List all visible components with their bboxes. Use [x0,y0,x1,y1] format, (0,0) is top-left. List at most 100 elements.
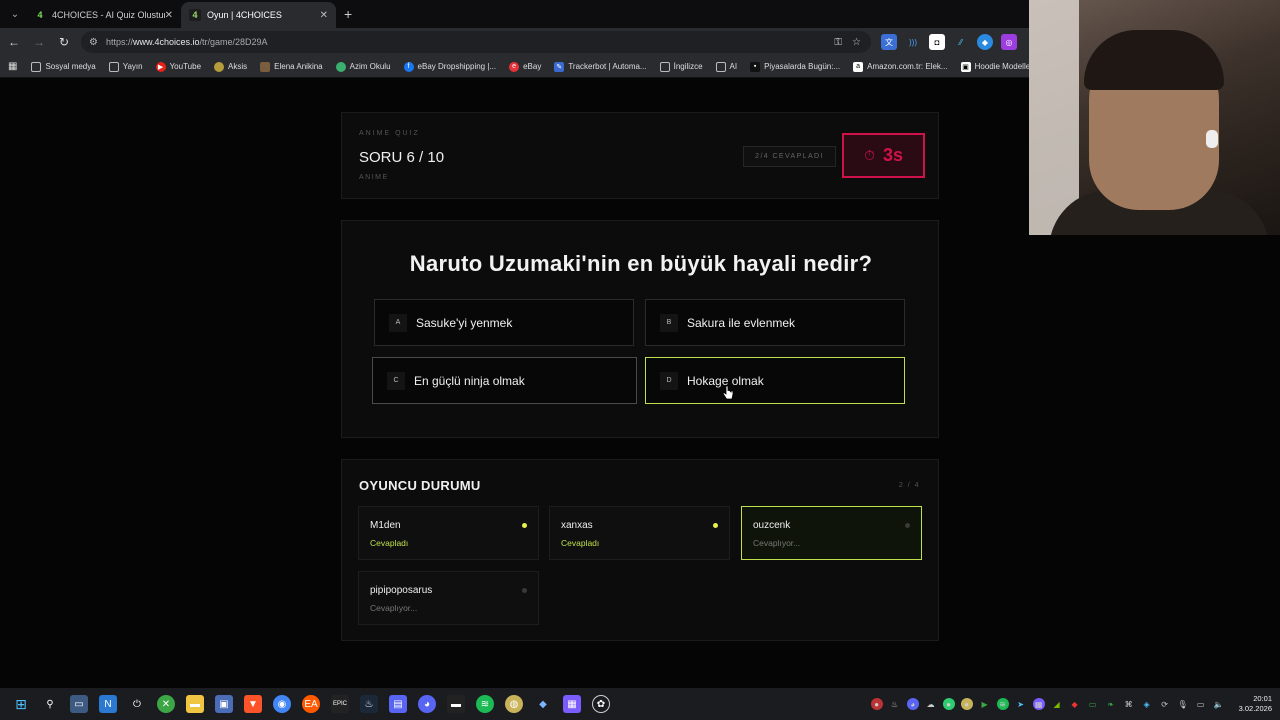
tray-window-icon[interactable]: ▭ [1087,698,1099,710]
search-icon[interactable]: ⚲ [41,695,59,713]
windows-start-icon[interactable]: ⊞ [12,695,30,713]
bookmark-amazon[interactable]: a Amazon.com.tr: Elek... [853,61,948,72]
player-answer-count: 2 / 4 [898,482,920,489]
bookmark-ai[interactable]: AI [715,61,737,72]
power-icon[interactable]: ⏻ [128,695,146,713]
bookmark-azim-okulu[interactable]: Azim Okulu [335,61,391,72]
bookmark-trackerbot[interactable]: ✎ Trackerbot | Automa... [554,61,647,72]
brave-icon[interactable]: ▼ [244,695,262,713]
earbud-icon [1206,130,1218,148]
question-text: Naruto Uzumaki'nin en büyük hayali nedir… [409,251,873,276]
app-icon[interactable]: ◍ [505,695,523,713]
vpn-app-icon[interactable]: ◆ [534,695,552,713]
close-icon[interactable]: ✕ [165,10,173,21]
bookmark-yayin[interactable]: Yayın [108,61,143,72]
answer-option-d[interactable]: D Hokage olmak [645,357,905,404]
bookmark-youtube[interactable]: ▶ YouTube [155,61,201,72]
microphone-icon[interactable]: 🎙 [1177,698,1189,710]
windows-taskbar: ⊞ ⚲ ▭ N ⏻ ✕ ▬ ▣ ▼ ◉ EA EPIC ♨ ▤ ◕ ▬ ≋ ◍ … [0,688,1280,720]
profile-extension-icon[interactable]: ◎ [1001,34,1017,50]
url-input[interactable]: ⚙ https://www.4choices.io/tr/game/28D29A… [81,31,871,53]
back-arrow-icon[interactable]: ← [3,31,25,53]
volume-icon[interactable]: 🔈 [1213,698,1225,710]
tray-arrow-icon[interactable]: ➤ [1015,698,1027,710]
bookmark-piyasalarda-bugun[interactable]: ▪ Piyasalarda Bugün:... [750,61,840,72]
tray-leaf-icon[interactable]: ❧ [1105,698,1117,710]
tray-shield-icon[interactable]: ◈ [1141,698,1153,710]
tray-play-icon[interactable]: ▶ [979,698,991,710]
bookmark-ebay[interactable]: e eBay [509,61,541,72]
tray-link-icon[interactable]: ⌘ [1123,698,1135,710]
tray-app-icon[interactable]: ● [870,698,883,710]
tray-red-icon[interactable]: ◆ [1069,698,1081,710]
bookmark-ingilizce[interactable]: İngilizce [659,61,703,72]
tray-green-icon[interactable]: ● [942,698,955,710]
reload-icon[interactable]: ↻ [53,31,75,53]
bookmark-star-icon[interactable]: ☆ [852,37,861,48]
system-clock[interactable]: 20:01 3.02.2026 [1239,694,1272,714]
player-name: M1den [370,520,401,531]
bookmark-aksis[interactable]: Aksis [214,61,247,72]
player-status: Cevapladı [370,538,409,548]
translate-extension-icon[interactable]: 文 [881,34,897,50]
spotify-tray-icon[interactable]: ≋ [996,698,1009,710]
xbox-icon[interactable]: ✕ [157,695,175,713]
countdown-timer: ⏱ 3s [842,133,925,178]
new-tab-plus-icon[interactable]: + [344,6,352,22]
vpn-extension-icon[interactable]: ◆ [977,34,993,50]
bookmark-ebay-dropshipping[interactable]: f eBay Dropshipping |... [403,61,496,72]
bookmark-hoodie-modelleri[interactable]: ▣ Hoodie Modelleri | [960,61,1039,72]
onedrive-icon[interactable]: ☁ [925,698,937,710]
quiz-category: ANIME [359,174,389,181]
browser-tab-quiz-creator[interactable]: 4 4CHOICES - AI Quiz Olusturucu ✕ [26,2,181,28]
bookmark-sosyal-medya[interactable]: Sosyal medya [31,61,96,72]
bookmark-elena-anikina[interactable]: Elena Anikina [260,61,323,72]
store-icon[interactable]: ▣ [215,695,233,713]
close-icon[interactable]: ✕ [320,10,328,21]
azim-icon [335,61,346,72]
player-status-title: OYUNCU DURUMU [359,478,481,493]
steam-tray-icon[interactable]: ♨ [889,698,901,710]
discord-icon[interactable]: ◕ [418,695,436,713]
browser-tab-game[interactable]: 4 Oyun | 4CHOICES ✕ [181,2,336,28]
nvidia-icon[interactable]: ◢ [1051,698,1063,710]
forward-arrow-icon[interactable]: → [28,31,50,53]
answer-option-a[interactable]: A Sasuke'yi yenmek [374,299,634,346]
password-key-icon[interactable]: ⚿ [834,37,842,48]
tab-title: 4CHOICES - AI Quiz Olusturucu [52,10,165,20]
webcam-background [1029,0,1079,235]
teams-icon[interactable]: ▤ [389,695,407,713]
square-extension-icon[interactable]: ◘ [929,34,945,50]
chrome-icon[interactable]: ◉ [273,695,291,713]
widgets-icon[interactable]: N [99,695,117,713]
epic-games-icon[interactable]: EPIC [331,695,349,713]
answer-option-c[interactable]: C En güçlü ninja olmak [372,357,637,404]
tray-yellow-icon[interactable]: ● [960,698,973,710]
network-icon[interactable]: ▭ [1195,698,1207,710]
apps-grid-icon[interactable]: ▦ [8,61,17,72]
tab-search-chevron-icon[interactable]: ⌄ [4,3,26,25]
spotify-icon[interactable]: ≋ [476,695,494,713]
youtube-icon: ▶ [155,61,166,72]
audio-extension-icon[interactable]: ))) [905,34,921,50]
answered-count-badge: 2/4 CEVAPLADI [743,146,836,167]
terminal-icon[interactable]: ▬ [447,695,465,713]
tv-icon: ▪ [750,61,761,72]
amazon-icon: a [853,61,864,72]
clock-time: 20:01 [1253,694,1272,703]
task-view-icon[interactable]: ▭ [70,695,88,713]
system-tray: ● ♨ ◕ ☁ ● ● ▶ ≋ ➤ ▦ ◢ ◆ ▭ ❧ ⌘ ◈ ⟳ 🎙 ▭ 🔈 … [870,694,1280,714]
tray-grid-icon[interactable]: ▦ [1032,698,1045,710]
grid-app-icon[interactable]: ▦ [563,695,581,713]
discord-tray-icon[interactable]: ◕ [906,698,919,710]
question-card: Naruto Uzumaki'nin en büyük hayali nedir… [341,220,939,438]
chatgpt-icon[interactable]: ✿ [592,695,610,713]
steam-icon[interactable]: ♨ [360,695,378,713]
tool-extension-icon[interactable]: ⁄⁄ [953,34,969,50]
answer-option-b[interactable]: B Sakura ile evlenmek [645,299,905,346]
site-info-icon[interactable]: ⚙ [89,37,98,48]
tray-sync-icon[interactable]: ⟳ [1159,698,1171,710]
option-text: En güçlü ninja olmak [414,373,525,388]
ea-icon[interactable]: EA [302,695,320,713]
file-explorer-icon[interactable]: ▬ [186,695,204,713]
